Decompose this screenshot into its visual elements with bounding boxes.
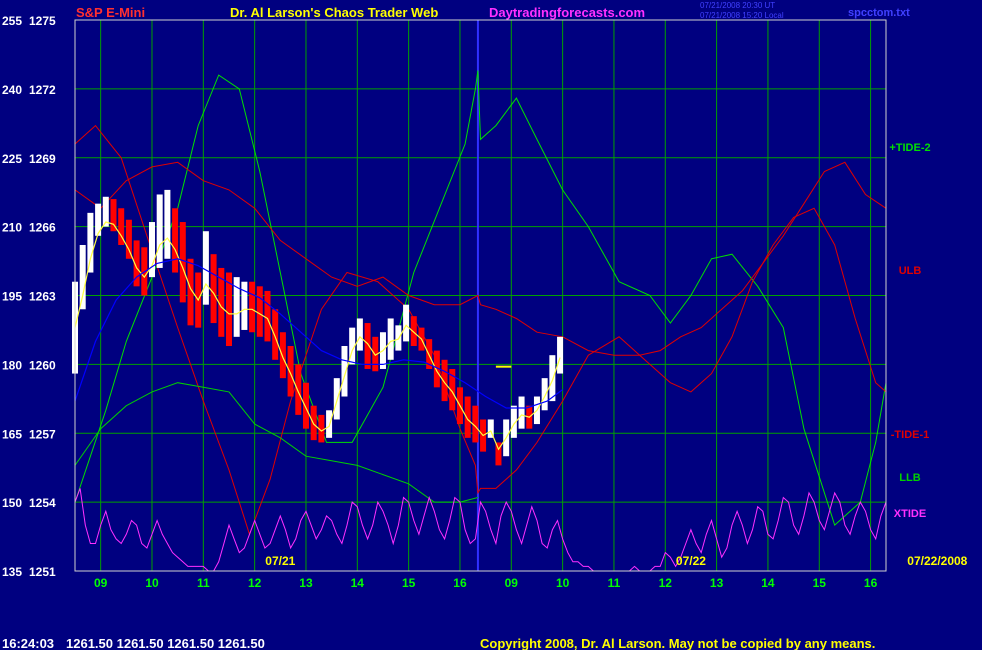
quote-prices: 1261.50 1261.50 1261.50 1261.50 xyxy=(66,636,265,650)
y-tick-label-index: 255 xyxy=(2,14,22,28)
x-tick-label-hour: 14 xyxy=(761,576,775,590)
series-label: +TIDE-2 xyxy=(889,142,930,154)
y-tick-label-index: 150 xyxy=(2,496,22,510)
series-label: -TIDE-1 xyxy=(891,429,930,441)
copyright-notice: Copyright 2008, Dr. Al Larson. May not b… xyxy=(480,636,875,650)
y-tick-label-price: 1266 xyxy=(29,221,56,235)
price-bar-down xyxy=(125,219,132,259)
price-bar-down xyxy=(464,396,471,438)
timestamp-local: 07/21/2008 15:20 Local xyxy=(700,11,784,20)
price-bar-down xyxy=(287,346,294,397)
price-bar-up xyxy=(341,346,348,397)
y-tick-label-price: 1251 xyxy=(29,565,56,579)
price-bar-up xyxy=(541,378,548,411)
y-tick-label-price: 1263 xyxy=(29,290,56,304)
x-tick-label-hour: 13 xyxy=(299,576,313,590)
x-tick-label-hour: 14 xyxy=(351,576,365,590)
x-tick-label-hour: 12 xyxy=(248,576,262,590)
x-tick-label-hour: 09 xyxy=(505,576,519,590)
price-bar-up xyxy=(557,336,564,374)
day-label: 07/22/2008 xyxy=(907,554,967,568)
chart-title: S&P E-Mini xyxy=(76,5,145,20)
x-tick-label-hour: 13 xyxy=(710,576,724,590)
y-tick-label-price: 1269 xyxy=(29,152,56,166)
price-bar-up xyxy=(79,244,86,310)
price-bar-up xyxy=(356,318,363,351)
price-bar-up xyxy=(387,318,394,360)
price-bar-up xyxy=(326,410,333,438)
y-tick-label-index: 225 xyxy=(2,152,22,166)
price-bar-down xyxy=(172,208,179,273)
series-label: LLB xyxy=(899,472,920,484)
price-bar-down xyxy=(256,286,263,337)
price-bar-down xyxy=(295,364,302,415)
x-tick-label-hour: 11 xyxy=(608,576,621,590)
x-tick-label-hour: 15 xyxy=(813,576,827,590)
price-bar-down xyxy=(279,332,286,379)
site-link[interactable]: Daytradingforecasts.com xyxy=(489,5,645,20)
price-bar-up xyxy=(549,355,556,402)
y-tick-label-price: 1272 xyxy=(29,83,56,97)
price-bar-up xyxy=(403,304,410,342)
price-bar-up xyxy=(164,189,171,259)
price-bar-down xyxy=(272,309,279,360)
series-label: ULB xyxy=(899,265,922,277)
chart-canvas: 255 1275 240 1272 225 1269 210 1266 195 1263 180 12… xyxy=(0,0,982,650)
price-bar-down xyxy=(210,254,217,324)
price-bar-up xyxy=(241,281,248,330)
y-tick-label-price: 1260 xyxy=(29,358,56,372)
x-tick-label-hour: 09 xyxy=(94,576,108,590)
y-tick-label-price: 1257 xyxy=(29,427,56,441)
y-tick-label-index: 195 xyxy=(2,290,22,304)
x-tick-label-hour: 10 xyxy=(145,576,159,590)
chart-background xyxy=(0,0,982,650)
x-tick-label-hour: 12 xyxy=(659,576,673,590)
x-tick-label-hour: 16 xyxy=(864,576,878,590)
x-tick-label-hour: 10 xyxy=(556,576,570,590)
series-label: XTIDE xyxy=(894,508,926,520)
price-bar-up xyxy=(518,396,525,429)
price-bar-up xyxy=(333,378,340,420)
y-tick-label-price: 1275 xyxy=(29,14,56,28)
price-bar-down xyxy=(249,281,256,333)
y-tick-label-index: 165 xyxy=(2,427,22,441)
y-tick-label-index: 240 xyxy=(2,83,22,97)
x-tick-label-hour: 15 xyxy=(402,576,416,590)
price-bar-down xyxy=(302,382,309,429)
y-tick-label-index: 210 xyxy=(2,221,22,235)
price-bar-up xyxy=(156,194,163,268)
quote-time: 16:24:03 xyxy=(2,636,54,650)
data-file-name: spcctom.txt xyxy=(848,7,910,19)
chart-subtitle: Dr. Al Larson's Chaos Trader Web xyxy=(230,5,438,20)
price-bar-up xyxy=(202,231,209,305)
day-label: 07/21 xyxy=(265,554,295,568)
timestamp-ut: 07/21/2008 20:30 UT xyxy=(700,1,775,10)
x-tick-label-hour: 16 xyxy=(453,576,467,590)
x-tick-label-hour: 11 xyxy=(197,576,210,590)
price-bar-up xyxy=(87,212,94,273)
y-tick-label-index: 135 xyxy=(2,565,22,579)
day-label: 07/22 xyxy=(676,554,706,568)
price-bar-down xyxy=(264,290,271,342)
y-tick-label-price: 1254 xyxy=(29,496,56,510)
y-tick-label-index: 180 xyxy=(2,358,22,372)
